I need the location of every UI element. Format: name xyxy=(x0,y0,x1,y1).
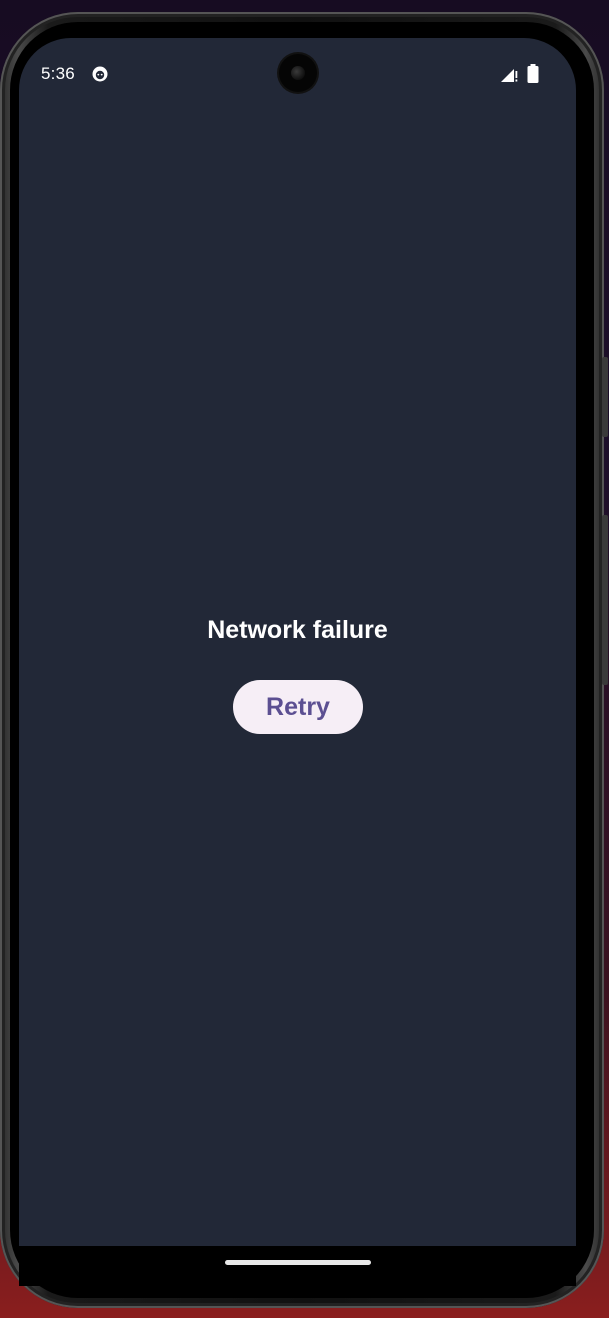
navigation-bar xyxy=(19,1246,576,1286)
error-message: Network failure xyxy=(207,616,388,644)
volume-button xyxy=(602,357,608,437)
retry-button[interactable]: Retry xyxy=(233,680,363,734)
power-button xyxy=(602,515,608,685)
error-state: Network failure Retry xyxy=(19,38,576,1246)
app-screen: 5:36 Network failure Retry xyxy=(19,38,576,1246)
gesture-home-bar[interactable] xyxy=(225,1260,371,1265)
